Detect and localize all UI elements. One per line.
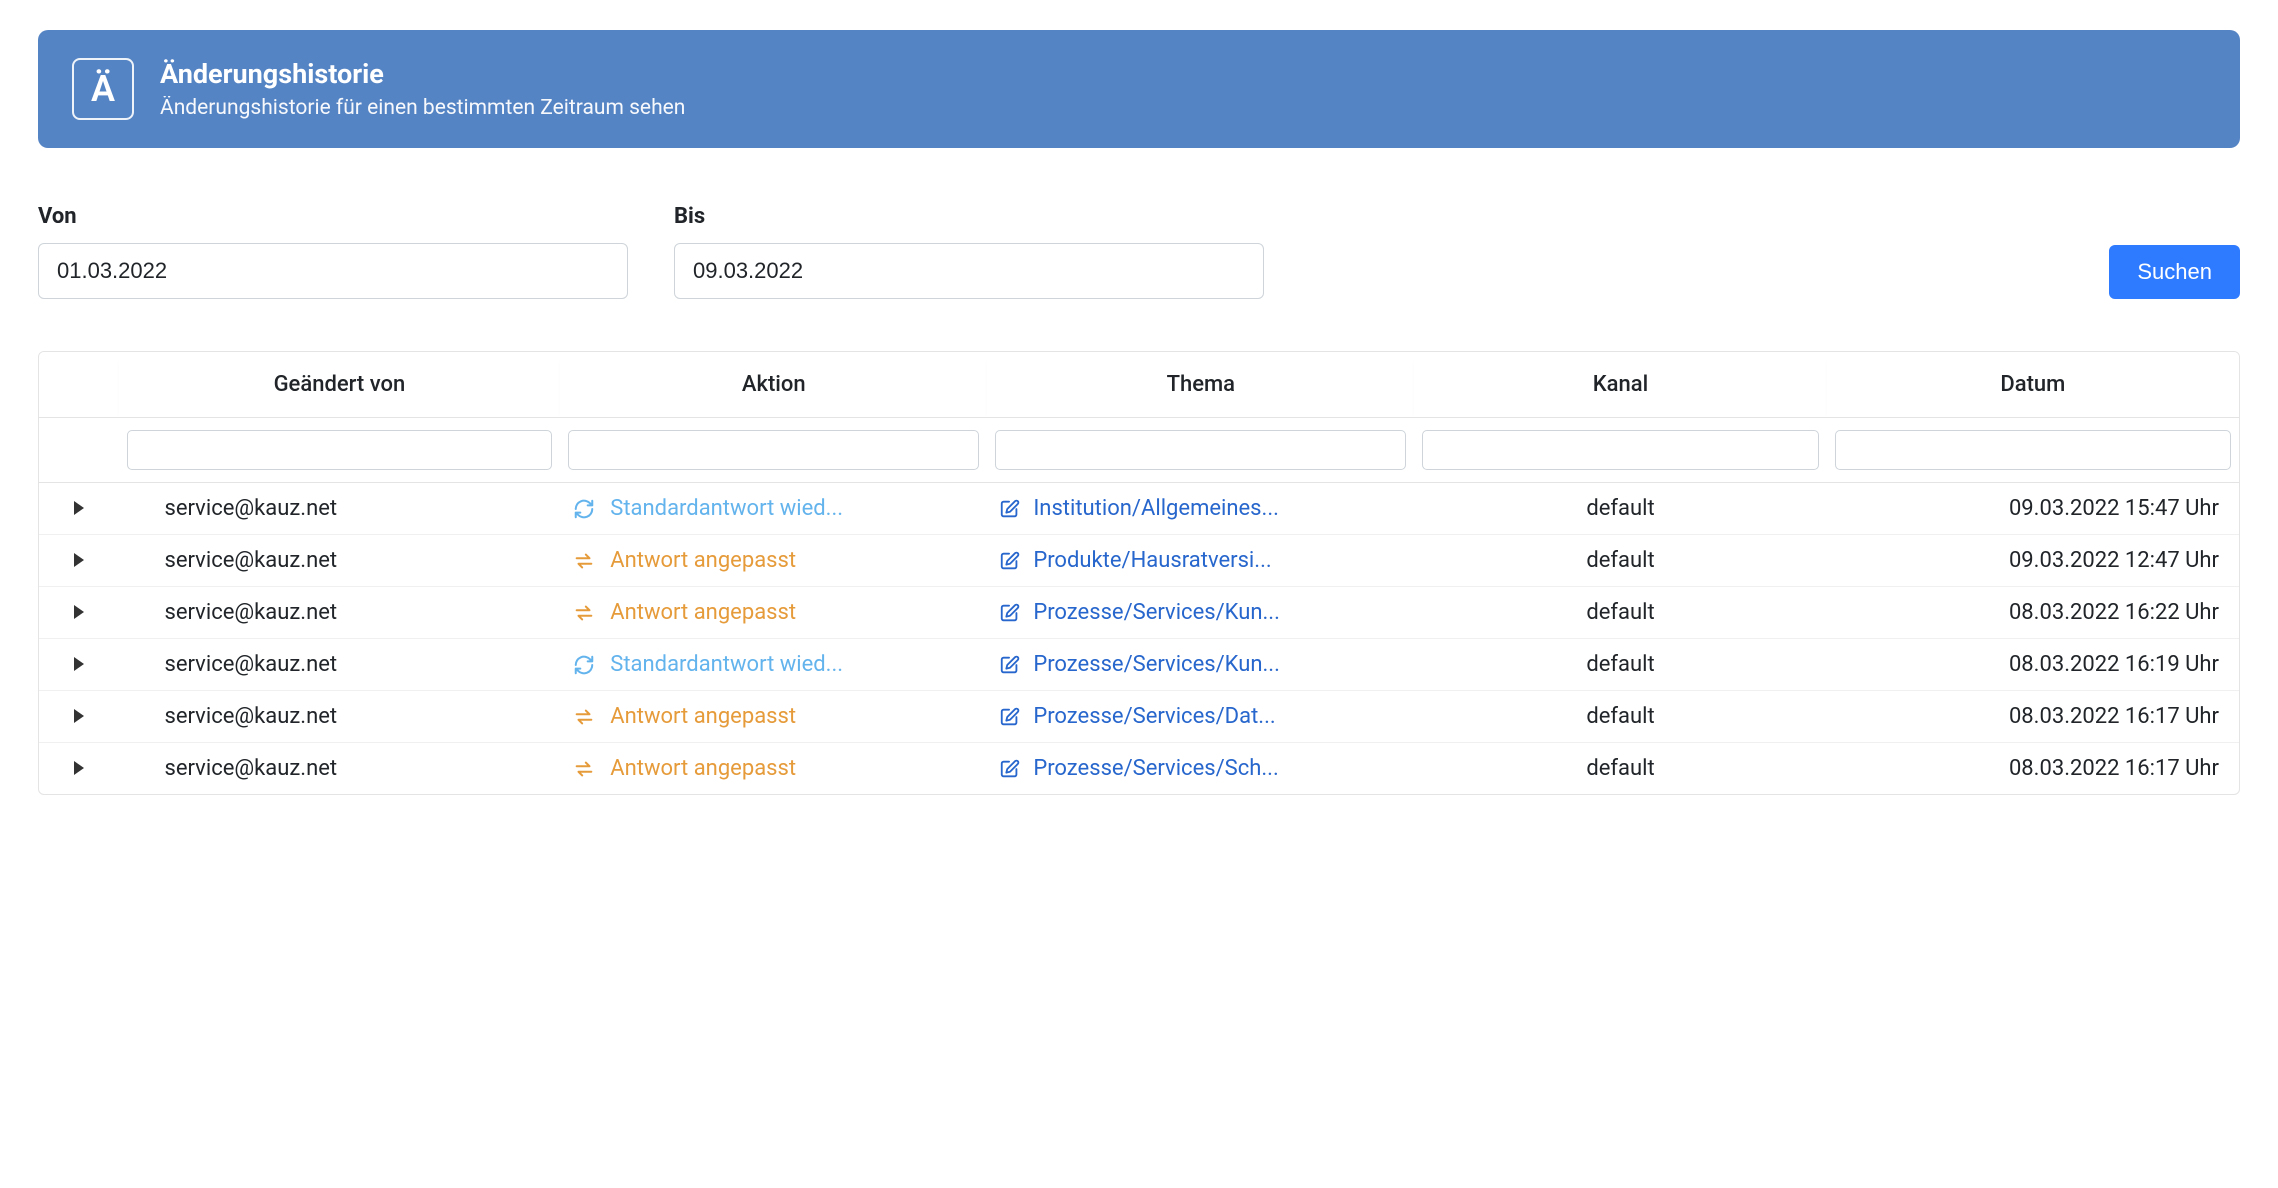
- topic-link[interactable]: Prozesse/Services/Kun...: [1033, 652, 1280, 677]
- filter-action-input[interactable]: [568, 430, 979, 470]
- table-row: service@kauz.net Antwort angepasst Prozess…: [39, 743, 2239, 795]
- topic-link[interactable]: Prozesse/Services/Sch...: [1033, 756, 1278, 781]
- header-icon-letter: Ä: [91, 71, 115, 107]
- expand-row-icon[interactable]: [74, 657, 84, 671]
- edit-icon: [999, 498, 1021, 520]
- swap-icon: [572, 705, 596, 729]
- cell-channel: default: [1414, 535, 1826, 587]
- col-header-topic[interactable]: Thema: [987, 352, 1414, 418]
- page-header: Ä Änderungshistorie Änderungshistorie fü…: [38, 30, 2240, 148]
- cell-date: 08.03.2022 16:22 Uhr: [1827, 587, 2239, 639]
- filter-channel-input[interactable]: [1422, 430, 1818, 470]
- table-row: service@kauz.net Antwort angepasst Prozess…: [39, 587, 2239, 639]
- expand-row-icon[interactable]: [74, 709, 84, 723]
- topic-link[interactable]: Institution/Allgemeines...: [1033, 496, 1279, 521]
- topic-link[interactable]: Prozesse/Services/Kun...: [1033, 600, 1280, 625]
- cell-channel: default: [1414, 691, 1826, 743]
- expand-row-icon[interactable]: [74, 501, 84, 515]
- action-link[interactable]: Standardantwort wied...: [610, 652, 843, 677]
- cell-date: 09.03.2022 15:47 Uhr: [1827, 483, 2239, 535]
- table-row: service@kauz.net Antwort angepasst Produkt…: [39, 535, 2239, 587]
- edit-icon: [999, 602, 1021, 624]
- col-header-user[interactable]: Geändert von: [119, 352, 561, 418]
- from-date-label: Von: [38, 204, 628, 229]
- search-button[interactable]: Suchen: [2109, 245, 2240, 299]
- topic-link[interactable]: Prozesse/Services/Dat...: [1033, 704, 1275, 729]
- expand-row-icon[interactable]: [74, 605, 84, 619]
- to-date-group: Bis: [674, 204, 1264, 299]
- to-date-input[interactable]: [674, 243, 1264, 299]
- cell-date: 08.03.2022 16:17 Uhr: [1827, 691, 2239, 743]
- col-header-channel[interactable]: Kanal: [1414, 352, 1826, 418]
- cell-channel: default: [1414, 587, 1826, 639]
- filter-topic-input[interactable]: [995, 430, 1406, 470]
- date-filter-row: Von Bis Suchen: [38, 204, 2240, 299]
- from-date-input[interactable]: [38, 243, 628, 299]
- swap-icon: [572, 549, 596, 573]
- swap-icon: [572, 601, 596, 625]
- col-header-expand: [39, 352, 119, 418]
- table-row: service@kauz.net Antwort angepasst Prozess…: [39, 691, 2239, 743]
- refresh-icon: [572, 497, 596, 521]
- cell-date: 08.03.2022 16:19 Uhr: [1827, 639, 2239, 691]
- table-filter-row: [39, 418, 2239, 483]
- table-row: service@kauz.net Standardantwort wied... P…: [39, 639, 2239, 691]
- filter-date-input[interactable]: [1835, 430, 2231, 470]
- cell-date: 08.03.2022 16:17 Uhr: [1827, 743, 2239, 795]
- expand-row-icon[interactable]: [74, 553, 84, 567]
- action-link[interactable]: Antwort angepasst: [610, 548, 796, 573]
- page-title: Änderungshistorie: [160, 58, 685, 90]
- cell-user: service@kauz.net: [119, 587, 561, 639]
- edit-icon: [999, 758, 1021, 780]
- cell-user: service@kauz.net: [119, 639, 561, 691]
- refresh-icon: [572, 653, 596, 677]
- action-link[interactable]: Antwort angepasst: [610, 600, 796, 625]
- header-icon: Ä: [72, 58, 134, 120]
- swap-icon: [572, 757, 596, 781]
- header-text: Änderungshistorie Änderungshistorie für …: [160, 58, 685, 120]
- table-header-row: Geändert von Aktion Thema Kanal Datum: [39, 352, 2239, 418]
- edit-icon: [999, 706, 1021, 728]
- col-header-date[interactable]: Datum: [1827, 352, 2239, 418]
- cell-channel: default: [1414, 639, 1826, 691]
- cell-user: service@kauz.net: [119, 535, 561, 587]
- cell-date: 09.03.2022 12:47 Uhr: [1827, 535, 2239, 587]
- edit-icon: [999, 550, 1021, 572]
- action-link[interactable]: Antwort angepasst: [610, 704, 796, 729]
- table-row: service@kauz.net Standardantwort wied... I…: [39, 483, 2239, 535]
- cell-channel: default: [1414, 483, 1826, 535]
- cell-channel: default: [1414, 743, 1826, 795]
- from-date-group: Von: [38, 204, 628, 299]
- filter-user-input[interactable]: [127, 430, 553, 470]
- edit-icon: [999, 654, 1021, 676]
- topic-link[interactable]: Produkte/Hausratversi...: [1033, 548, 1271, 573]
- expand-row-icon[interactable]: [74, 761, 84, 775]
- history-table: Geändert von Aktion Thema Kanal Datum se…: [38, 351, 2240, 795]
- to-date-label: Bis: [674, 204, 1264, 229]
- cell-user: service@kauz.net: [119, 691, 561, 743]
- col-header-action[interactable]: Aktion: [560, 352, 987, 418]
- cell-user: service@kauz.net: [119, 743, 561, 795]
- cell-user: service@kauz.net: [119, 483, 561, 535]
- page-subtitle: Änderungshistorie für einen bestimmten Z…: [160, 96, 685, 120]
- action-link[interactable]: Standardantwort wied...: [610, 496, 843, 521]
- action-link[interactable]: Antwort angepasst: [610, 756, 796, 781]
